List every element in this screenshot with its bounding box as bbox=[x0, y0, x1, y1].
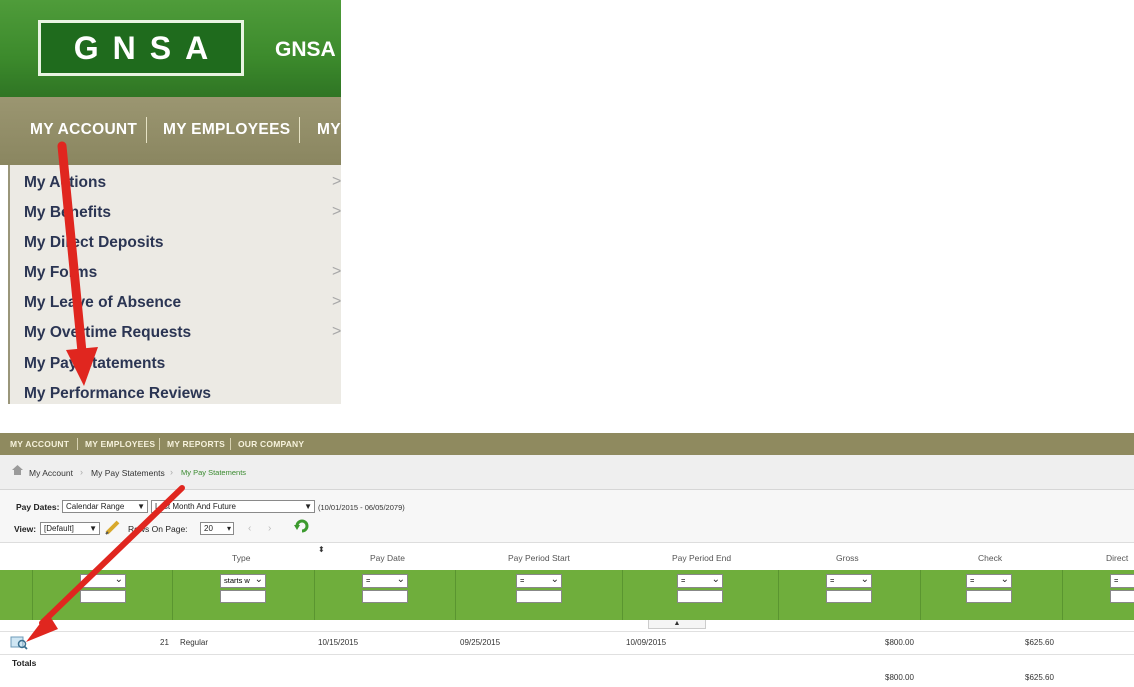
cell-type: Regular bbox=[180, 638, 209, 647]
menu-item-my-performance-reviews[interactable]: My Performance Reviews bbox=[24, 385, 211, 403]
breadcrumb-pay-statements[interactable]: My Pay Statements bbox=[91, 468, 165, 478]
filter-pay-date[interactable]: = ⌄ bbox=[362, 574, 408, 603]
breadcrumb-my-account[interactable]: My Account bbox=[29, 468, 73, 478]
breadcrumb-current: My Pay Statements bbox=[181, 468, 247, 477]
chevron-down-icon: ▼ bbox=[304, 502, 312, 511]
rows-on-page-select[interactable]: 20 ▾ bbox=[200, 522, 234, 535]
site-header: GNSA GNSA bbox=[0, 0, 341, 97]
total-check: $625.60 bbox=[1025, 673, 1054, 682]
filter-row: ⌄ starts w ⌄ = ⌄ = ⌄ = ⌄ = ⌄ = ⌄ = bbox=[0, 570, 1134, 620]
chevron-down-icon: ⌄ bbox=[114, 574, 123, 585]
column-header-type[interactable]: Type bbox=[232, 553, 250, 563]
menu-item-my-pay-statements[interactable]: My Pay Statements bbox=[24, 355, 165, 373]
menu-screenshot-panel: GNSA GNSA MY ACCOUNT MY EMPLOYEES MY My … bbox=[0, 0, 341, 404]
menu-item-my-direct-deposits[interactable]: My Direct Deposits bbox=[24, 234, 164, 252]
menu-item-my-actions[interactable]: My Actions bbox=[24, 174, 106, 192]
chevron-down-icon: ⌄ bbox=[254, 574, 263, 585]
filter-pay-period-end[interactable]: = ⌄ bbox=[677, 574, 723, 603]
nav-my-reports[interactable]: MY REPORTS bbox=[167, 439, 225, 449]
filter-gross[interactable]: = ⌄ bbox=[826, 574, 872, 603]
nav-my-employees[interactable]: MY EMPLOYEES bbox=[163, 121, 290, 139]
nav-divider bbox=[159, 438, 160, 450]
home-icon[interactable] bbox=[12, 465, 23, 475]
totals-label: Totals bbox=[12, 658, 37, 668]
chevron-down-icon: ▼ bbox=[89, 524, 97, 533]
refresh-icon[interactable] bbox=[294, 518, 310, 534]
filter-pay-period-start[interactable]: = ⌄ bbox=[516, 574, 562, 603]
cell-number: 21 bbox=[160, 638, 169, 647]
pay-dates-mode-select[interactable]: Calendar Range ▼ bbox=[62, 500, 148, 513]
menu-item-my-forms[interactable]: My Forms bbox=[24, 264, 97, 282]
nav-our-company[interactable]: OUR COMPANY bbox=[238, 439, 304, 449]
chevron-right-icon: > bbox=[332, 173, 341, 190]
view-statement-icon[interactable] bbox=[10, 635, 28, 650]
my-account-dropdown: My Actions > My Benefits > My Direct Dep… bbox=[8, 165, 341, 404]
view-label: View: bbox=[14, 524, 37, 534]
site-title: GNSA bbox=[275, 38, 336, 61]
filter-check[interactable]: = ⌄ bbox=[966, 574, 1012, 603]
menu-item-my-leave-of-absence[interactable]: My Leave of Absence bbox=[24, 294, 181, 312]
chevron-right-icon: > bbox=[332, 293, 341, 310]
nav-divider bbox=[77, 438, 78, 450]
next-page-icon[interactable]: › bbox=[268, 523, 271, 534]
collapse-filter-toggle[interactable]: ▲ bbox=[648, 620, 706, 629]
total-gross: $800.00 bbox=[885, 673, 914, 682]
cell-pay-period-end: 10/09/2015 bbox=[626, 638, 667, 647]
cell-gross: $800.00 bbox=[885, 638, 914, 647]
gnsa-logo[interactable]: GNSA bbox=[38, 20, 244, 76]
nav-divider bbox=[230, 438, 231, 450]
filter-number[interactable]: ⌄ bbox=[80, 574, 126, 603]
chevron-down-icon: ⌄ bbox=[860, 574, 869, 585]
table-row[interactable]: 21 Regular 10/15/2015 09/25/2015 10/09/2… bbox=[0, 631, 1134, 655]
main-nav-small: MY ACCOUNT MY EMPLOYEES MY REPORTS OUR C… bbox=[0, 433, 1134, 455]
menu-item-my-benefits[interactable]: My Benefits bbox=[24, 204, 111, 222]
breadcrumb-separator-icon: › bbox=[80, 467, 83, 477]
chevron-right-icon: > bbox=[332, 323, 341, 340]
column-header-pay-period-start[interactable]: Pay Period Start bbox=[508, 553, 570, 563]
column-header-direct[interactable]: Direct bbox=[1106, 553, 1128, 563]
nav-my-more[interactable]: MY bbox=[317, 121, 341, 139]
chevron-down-icon: ▾ bbox=[226, 524, 231, 533]
chevron-down-icon: ⌄ bbox=[550, 574, 559, 585]
main-nav: MY ACCOUNT MY EMPLOYEES MY bbox=[0, 97, 341, 165]
pay-dates-range-select[interactable]: Last Month And Future ▼ bbox=[151, 500, 315, 513]
table-header: ⬍ Type Pay Date Pay Period Start Pay Per… bbox=[0, 542, 1134, 571]
chevron-down-icon: ▼ bbox=[137, 502, 145, 511]
cell-pay-date: 10/15/2015 bbox=[318, 638, 359, 647]
chevron-down-icon: ⌄ bbox=[396, 574, 405, 585]
column-header-pay-date[interactable]: Pay Date bbox=[370, 553, 405, 563]
column-header-pay-period-end[interactable]: Pay Period End bbox=[672, 553, 731, 563]
column-header-check[interactable]: Check bbox=[978, 553, 1002, 563]
chevron-down-icon: ⌄ bbox=[1000, 574, 1009, 585]
filter-toolbar: Pay Dates: Calendar Range ▼ Last Month An… bbox=[0, 490, 1134, 542]
nav-my-account[interactable]: MY ACCOUNT bbox=[30, 121, 137, 139]
nav-divider bbox=[146, 117, 147, 143]
pay-dates-label: Pay Dates: bbox=[16, 502, 60, 512]
breadcrumb: My Account › My Pay Statements › My Pay … bbox=[0, 455, 1134, 490]
column-header-gross[interactable]: Gross bbox=[836, 553, 859, 563]
breadcrumb-separator-icon: › bbox=[170, 467, 173, 477]
filter-direct[interactable]: = bbox=[1110, 574, 1134, 603]
filter-type[interactable]: starts w ⌄ bbox=[220, 574, 266, 603]
sort-arrows-icon[interactable]: ⬍ bbox=[318, 545, 325, 554]
nav-divider bbox=[299, 117, 300, 143]
pencil-icon[interactable] bbox=[104, 519, 120, 535]
menu-item-my-overtime-requests[interactable]: My Overtime Requests bbox=[24, 324, 191, 342]
cell-pay-period-start: 09/25/2015 bbox=[460, 638, 501, 647]
pay-statements-screenshot-panel: MY ACCOUNT MY EMPLOYEES MY REPORTS OUR C… bbox=[0, 433, 1134, 687]
nav-my-employees[interactable]: MY EMPLOYEES bbox=[85, 439, 155, 449]
cell-check: $625.60 bbox=[1025, 638, 1054, 647]
prev-page-icon[interactable]: ‹ bbox=[248, 523, 251, 534]
view-select[interactable]: [Default] ▼ bbox=[40, 522, 100, 535]
chevron-down-icon: ⌄ bbox=[711, 574, 720, 585]
chevron-right-icon: > bbox=[332, 263, 341, 280]
nav-my-account[interactable]: MY ACCOUNT bbox=[10, 439, 69, 449]
pay-dates-span: (10/01/2015 - 06/05/2079) bbox=[318, 503, 405, 512]
chevron-right-icon: > bbox=[332, 203, 341, 220]
rows-on-page-label: Rows On Page: bbox=[128, 524, 188, 534]
